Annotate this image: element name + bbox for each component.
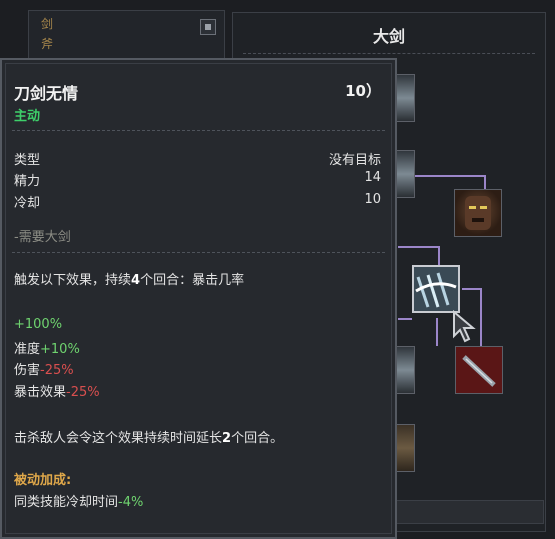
effect-crit-effect: 暴击效果-25% xyxy=(14,385,100,400)
skill-name: 刀剑无情 xyxy=(14,84,79,103)
skill-icon-blade-flurry[interactable] xyxy=(412,265,460,313)
title-divider xyxy=(243,53,535,54)
skill-tooltip: 刀剑无情 10） 主动 类型 没有目标 精力 14 冷却 10 -需要大剑 触发… xyxy=(0,58,397,539)
skill-icon-partial[interactable] xyxy=(397,424,415,472)
category-item-sword[interactable]: 剑 xyxy=(41,15,53,32)
angry-face-icon xyxy=(465,196,491,230)
passive-cooldown-bonus: 同类技能冷却时间-4% xyxy=(14,495,144,510)
bottom-bar xyxy=(396,500,544,524)
stat-cooldown-label: 冷却 xyxy=(14,196,41,211)
effect-accuracy: 准度+10% xyxy=(14,342,80,357)
skill-corner-value: 10） xyxy=(345,82,381,100)
skill-type-active: 主动 xyxy=(14,109,41,124)
effect-crit-chance-value: +100% xyxy=(14,317,63,332)
category-item-axe[interactable]: 斧 xyxy=(41,35,53,52)
requirement-text: -需要大剑 xyxy=(14,230,71,245)
skill-icon-partial[interactable] xyxy=(397,346,415,394)
effect-description: 触发以下效果，持续4个回合：暴击几率 xyxy=(14,273,245,288)
mouse-cursor-icon xyxy=(453,310,476,343)
tree-connector xyxy=(436,318,438,346)
stat-cooldown-value: 10 xyxy=(364,192,381,207)
stat-type-label: 类型 xyxy=(14,153,41,168)
passive-bonus-title: 被动加成: xyxy=(14,473,72,488)
blade-slash-icon xyxy=(415,272,457,308)
tree-connector xyxy=(398,318,412,320)
skill-icon-face[interactable] xyxy=(454,189,502,237)
game-ui-frame: 剑 斧 大剑 刀剑无情 10） 主动 类型 没有目标 精力 14 冷却 10 -… xyxy=(0,0,555,539)
skill-icon-sword-red[interactable] xyxy=(455,346,503,394)
effect-damage: 伤害-25% xyxy=(14,363,74,378)
scroll-up-button[interactable] xyxy=(200,19,216,35)
stat-type-value: 没有目标 xyxy=(328,153,381,168)
sword-icon xyxy=(462,355,496,387)
skill-icon-partial[interactable] xyxy=(397,150,415,198)
kill-extension-note: 击杀敌人会令这个效果持续时间延长2个回合。 xyxy=(14,431,284,446)
tooltip-divider xyxy=(12,252,385,253)
skill-tree-title: 大剑 xyxy=(372,27,405,46)
tree-connector xyxy=(398,246,440,266)
stat-energy-label: 精力 xyxy=(14,174,41,189)
stat-energy-value: 14 xyxy=(364,170,381,185)
tooltip-divider xyxy=(12,130,385,131)
skill-icon-partial[interactable] xyxy=(397,74,415,122)
